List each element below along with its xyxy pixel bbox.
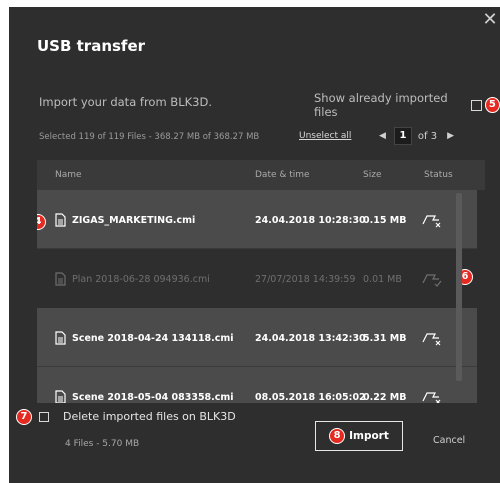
header-date: Date & time [255, 170, 310, 180]
table-row[interactable]: Scene 2018-04-24 134118.cmi 24.04.2018 1… [37, 308, 477, 367]
header-size: Size [363, 170, 382, 180]
file-table: Name Date & time Size Status ZIGAS_MARKE… [37, 160, 485, 403]
close-icon[interactable]: ✕ [479, 11, 500, 33]
delete-imported-label: Delete imported files on BLK3D [63, 410, 236, 423]
file-icon [55, 331, 66, 345]
usb-transfer-dialog: ✕ USB transfer Import your data from BLK… [9, 7, 500, 483]
file-name: Scene 2018-05-04 083358.cmi [72, 391, 234, 403]
selection-info: Selected 119 of 119 Files - 368.27 MB of… [39, 132, 260, 142]
show-imported-label: Show already imported files [314, 91, 448, 119]
file-date: 24.04.2018 13:42:30 [255, 333, 366, 344]
file-icon [55, 390, 66, 403]
file-size: 5.31 MB [363, 333, 407, 344]
show-imported-checkbox[interactable] [471, 99, 482, 111]
file-name-cell: Scene 2018-04-24 134118.cmi [55, 331, 234, 345]
dialog-title: USB transfer [37, 37, 146, 55]
file-size: 0.01 MB [363, 274, 402, 285]
next-page-icon[interactable]: ▶ [447, 131, 454, 141]
file-name-cell: Plan 2018-06-28 094936.cmi [55, 272, 210, 286]
prev-page-icon[interactable]: ◀ [379, 131, 386, 141]
file-date: 27/07/2018 14:39:59 [255, 274, 356, 285]
file-name: Scene 2018-04-24 134118.cmi [72, 332, 234, 344]
pagination: ◀ 1 of 3 ▶ [379, 127, 454, 145]
table-row[interactable]: ZIGAS_MARKETING.cmi 24.04.2018 10:28:30 … [37, 190, 477, 249]
file-icon [55, 213, 66, 227]
file-date: 24.04.2018 10:28:30 [255, 215, 366, 226]
file-name-cell: Scene 2018-05-04 083358.cmi [55, 390, 234, 403]
file-name-cell: ZIGAS_MARKETING.cmi [55, 213, 195, 227]
page-number-input[interactable]: 1 [393, 127, 412, 145]
header-name: Name [55, 170, 82, 180]
callout-7: 7 [16, 409, 32, 425]
table-scrollbar[interactable] [456, 193, 462, 381]
page-count: of 3 [417, 130, 438, 142]
cloud-pending-icon [422, 333, 441, 346]
delete-info: 4 Files - 5.70 MB [65, 439, 140, 449]
cancel-button[interactable]: Cancel [433, 435, 465, 446]
file-size: 0.15 MB [363, 215, 407, 226]
header-status: Status [424, 170, 453, 180]
table-row[interactable]: Scene 2018-05-04 083358.cmi 08.05.2018 1… [37, 367, 477, 403]
file-name: ZIGAS_MARKETING.cmi [72, 214, 196, 226]
import-button[interactable]: 8 Import [315, 421, 403, 451]
table-row[interactable]: Plan 2018-06-28 094936.cmi 27/07/2018 14… [37, 249, 477, 307]
callout-8: 8 [329, 428, 346, 444]
file-date: 08.05.2018 16:05:02 [255, 392, 366, 403]
file-icon [55, 272, 66, 286]
file-size: 0.22 MB [363, 392, 407, 403]
unselect-all-link[interactable]: Unselect all [299, 131, 351, 141]
cloud-imported-icon [422, 274, 442, 287]
show-imported-toggle[interactable]: Show already imported files 5 [314, 91, 500, 119]
table-header: Name Date & time Size Status [37, 160, 485, 190]
cloud-pending-icon [422, 215, 441, 228]
callout-5: 5 [484, 97, 500, 113]
file-name: Plan 2018-06-28 094936.cmi [72, 273, 210, 285]
import-subtitle: Import your data from BLK3D. [39, 95, 212, 109]
delete-imported-checkbox[interactable] [39, 411, 49, 422]
delete-imported-option[interactable]: Delete imported files on BLK3D [39, 410, 236, 423]
cloud-pending-icon [422, 392, 441, 403]
import-label: Import [349, 430, 389, 442]
